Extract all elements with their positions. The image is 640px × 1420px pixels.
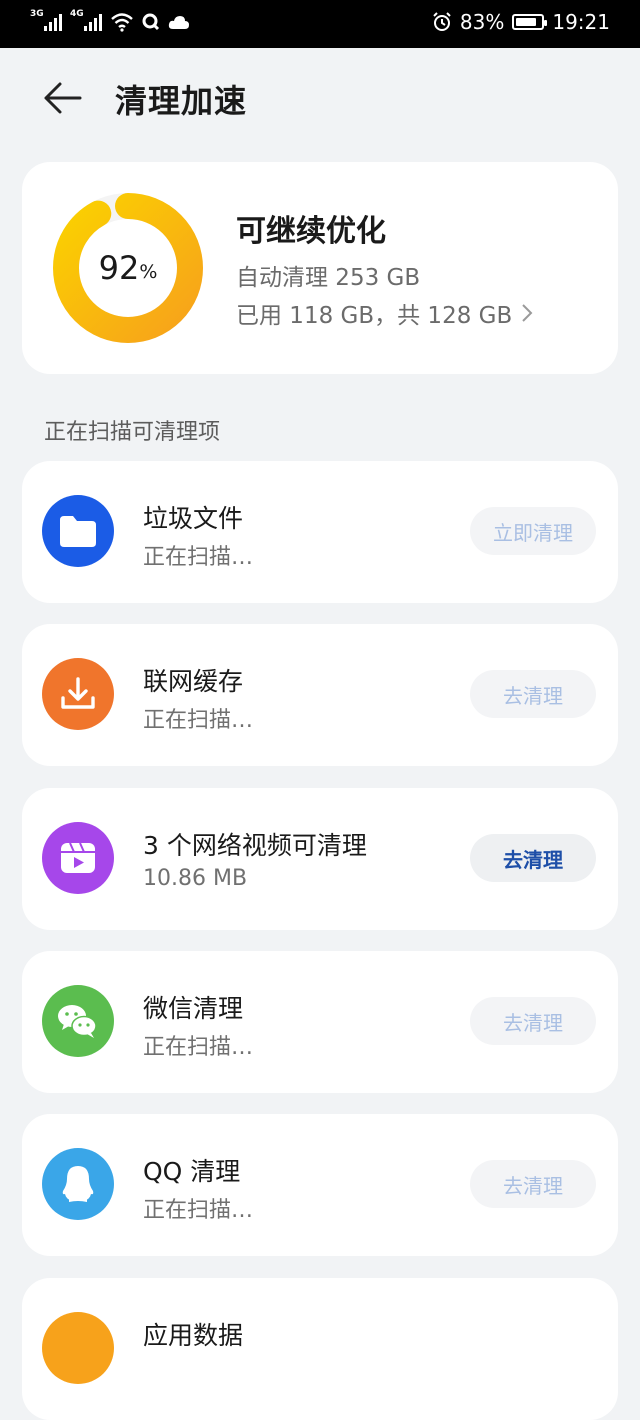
storage-usage-row[interactable]: 已用 118 GB，共 128 GB [236,296,534,330]
qq-clean-card[interactable]: QQ 清理 正在扫描… 去清理 [22,1114,618,1256]
network-cache-card[interactable]: 联网缓存 正在扫描… 去清理 [22,624,618,766]
back-arrow-icon[interactable] [40,76,84,120]
app-header: 清理加速 [0,48,640,148]
download-icon [42,658,114,730]
signal-4g-icon: 4G [70,9,102,31]
wechat-icon [42,985,114,1057]
clean-now-button[interactable]: 立即清理 [470,507,596,555]
video-icon [42,822,114,894]
item-status: 正在扫描… [143,545,254,570]
item-status: 正在扫描… [143,708,254,733]
storage-usage-text: 已用 118 GB，共 128 GB [236,303,513,329]
network-video-card[interactable]: 3 个网络视频可清理 10.86 MB 去清理 [22,788,618,930]
wechat-clean-card[interactable]: 微信清理 正在扫描… 去清理 [22,951,618,1093]
item-name: 3 个网络视频可清理 [143,831,367,860]
signal-4g-label: 4G [70,9,84,19]
status-right: 83% 19:21 [432,10,610,34]
item-name: 应用数据 [143,1321,244,1350]
signal-3g-label: 3G [30,9,44,19]
cloud-icon [168,16,189,29]
usage-percent: 92 [98,249,140,287]
alarm-icon [433,12,451,31]
auto-clean-text: 自动清理 253 GB [236,265,421,291]
item-status: 正在扫描… [143,1198,254,1223]
item-size: 10.86 MB [143,866,248,891]
qq-icon [42,1148,114,1220]
storage-summary-card[interactable]: 92 % 可继续优化 自动清理 253 GB 已用 118 GB，共 128 G… [22,162,618,374]
page-title: 清理加速 [115,82,248,120]
search-app-icon [142,13,160,31]
battery-icon [512,14,548,30]
wifi-icon [111,13,133,32]
item-name: 微信清理 [143,994,244,1023]
item-status: 正在扫描… [143,1035,254,1060]
battery-percent: 83% [459,10,505,34]
item-name: 联网缓存 [143,667,244,696]
app-data-icon [42,1312,114,1384]
status-left: 3G 4G [30,9,190,32]
go-clean-button[interactable]: 去清理 [470,670,596,718]
app-data-card[interactable]: 应用数据 [22,1278,618,1420]
go-clean-button[interactable]: 去清理 [470,834,596,882]
status-bar: 3G 4G 83% 19:21 [0,0,640,48]
signal-3g-icon: 3G [30,9,62,31]
clock: 19:21 [552,10,610,34]
item-name: 垃圾文件 [143,504,244,533]
percent-sign: % [139,261,158,283]
folder-icon [42,495,114,567]
item-name: QQ 清理 [143,1157,241,1186]
go-clean-button[interactable]: 去清理 [470,997,596,1045]
junk-files-card[interactable]: 垃圾文件 正在扫描… 立即清理 [22,461,618,603]
go-clean-button[interactable]: 去清理 [470,1160,596,1208]
ring-label: 92 % [52,192,204,344]
section-label: 正在扫描可清理项 [44,420,221,445]
chevron-right-icon [522,304,533,322]
summary-title: 可继续优化 [236,214,386,249]
